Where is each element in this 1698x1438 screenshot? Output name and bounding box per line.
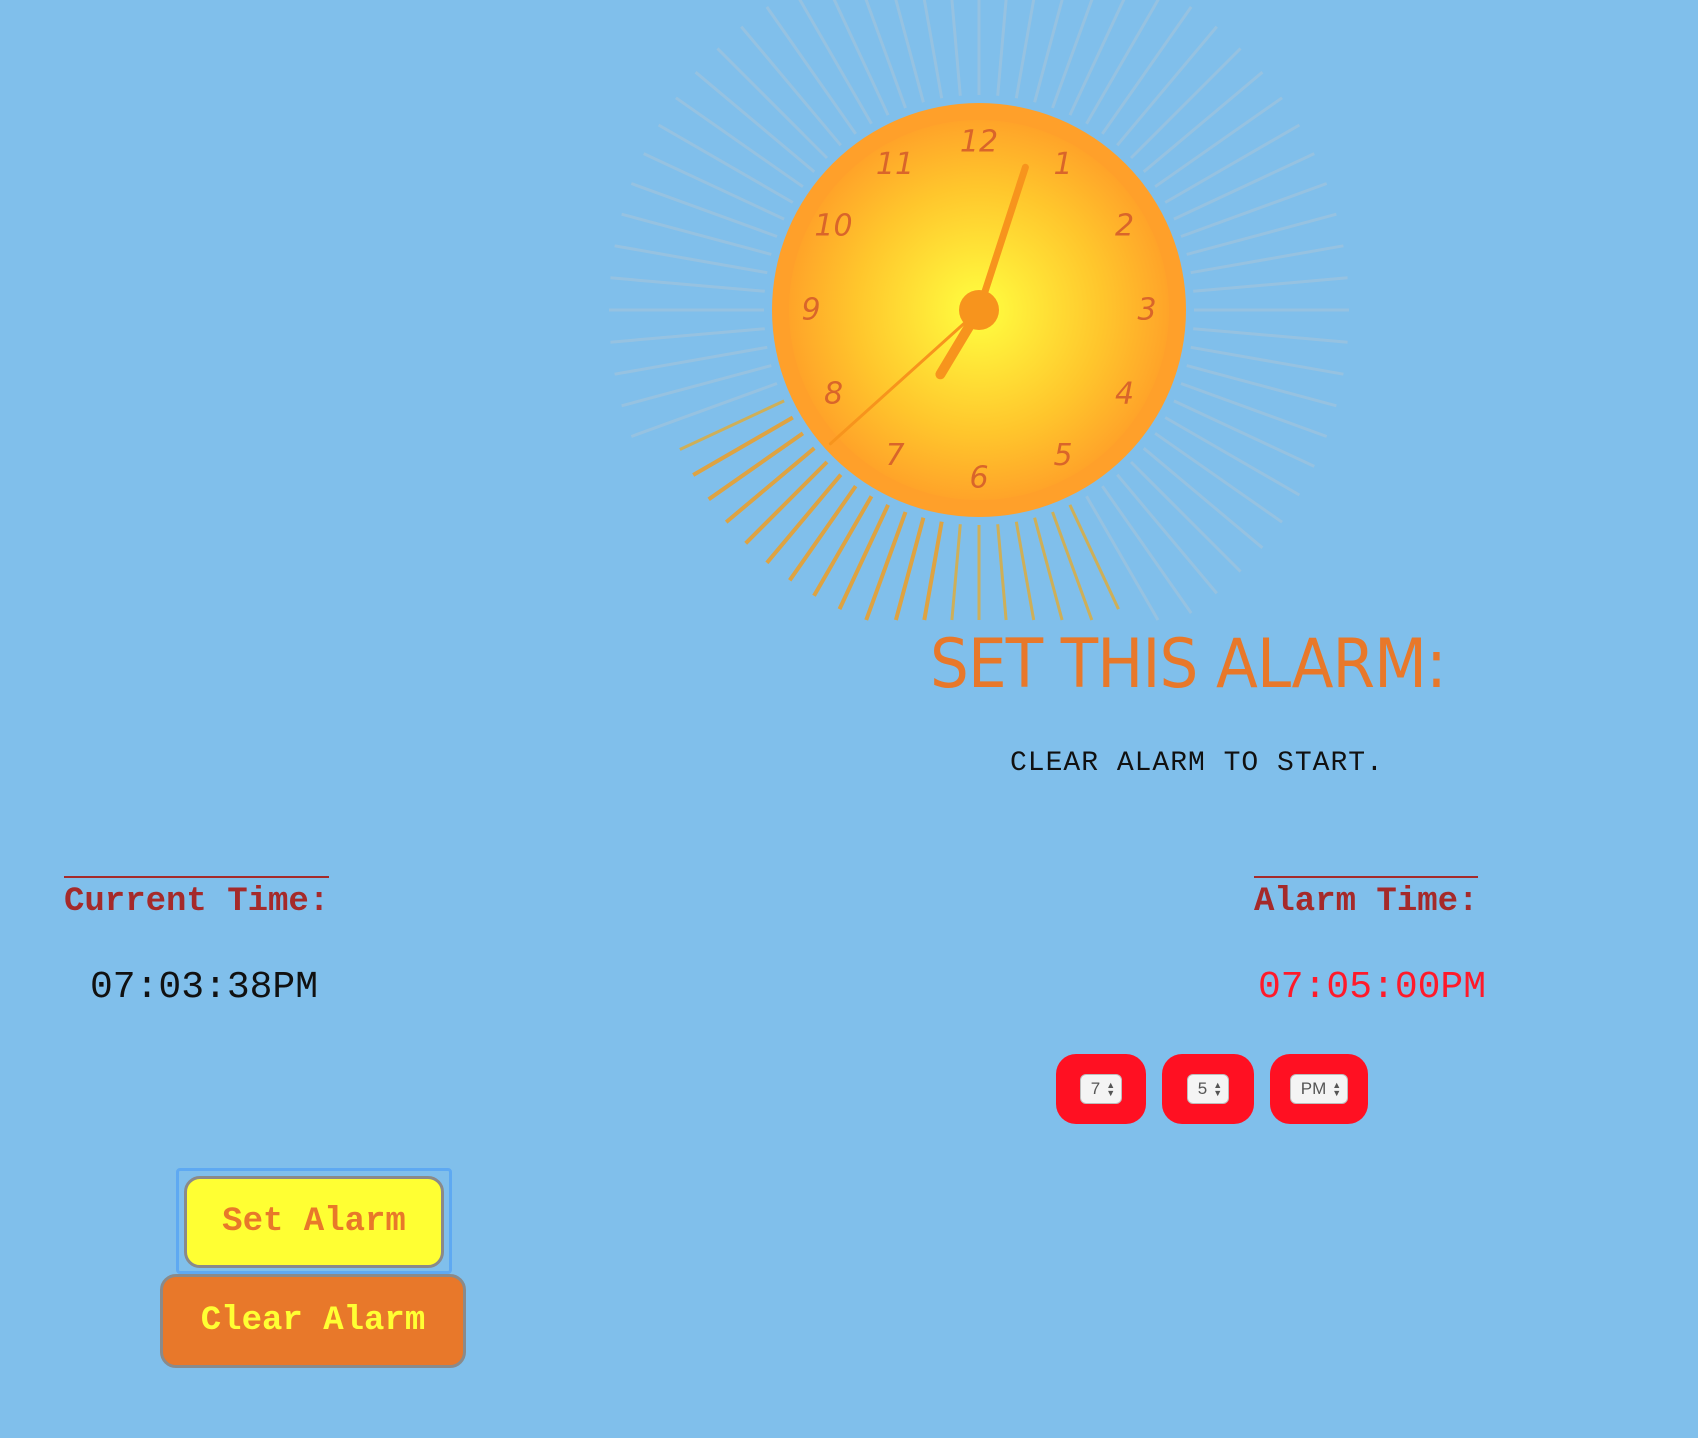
clock-number: 7 (885, 438, 904, 473)
sun-ray (621, 212, 772, 256)
sun-clock: 121234567891011 (609, 0, 1349, 621)
set-alarm-button[interactable]: Set Alarm (184, 1176, 444, 1268)
select-arrows-icon: ▲ ▼ (1332, 1080, 1342, 1098)
sun-ray (630, 182, 778, 238)
alarm-time-heading: Alarm Time: (1254, 876, 1479, 922)
sun-ray (893, 517, 926, 621)
sun-ray (922, 521, 944, 621)
clock-number: 6 (969, 461, 988, 496)
hour-select-value: 7 (1090, 1079, 1101, 1098)
sun-ray (1033, 517, 1064, 621)
sun-ray (614, 345, 768, 376)
sun-ray (1014, 521, 1036, 621)
sun-ray (1193, 327, 1348, 344)
alarm-time-display: 07:05:00PM (1258, 966, 1487, 1009)
sun-ray (788, 484, 858, 582)
hour-select[interactable]: 7 ▲ ▼ (1079, 1074, 1123, 1104)
minute-picker: 5 ▲ ▼ (1162, 1054, 1254, 1124)
sun-ray (1180, 182, 1328, 238)
hour-picker: 7 ▲ ▼ (1056, 1054, 1146, 1124)
sun-ray (996, 0, 1008, 96)
clock-number: 4 (1115, 377, 1134, 412)
sun-ray (894, 0, 925, 103)
clock-number: 11 (876, 147, 914, 182)
sun-ray (1180, 382, 1328, 438)
sun-ray (950, 0, 962, 96)
minute-select[interactable]: 5 ▲ ▼ (1186, 1074, 1230, 1104)
clock-number: 5 (1053, 438, 1072, 473)
clock-number: 10 (814, 209, 852, 244)
select-arrows-icon: ▲ ▼ (1213, 1080, 1223, 1098)
ampm-picker: PM ▲ ▼ (1270, 1054, 1368, 1124)
alarm-instruction: CLEAR ALARM TO START. (1010, 748, 1384, 779)
sun-ray (692, 415, 794, 477)
sun-ray (1190, 345, 1344, 376)
sun-ray (621, 364, 772, 408)
sun-ray (1186, 212, 1337, 256)
clear-alarm-button[interactable]: Clear Alarm (160, 1274, 466, 1368)
sun-ray (950, 524, 962, 621)
minute-select-value: 5 (1197, 1079, 1208, 1098)
ampm-select-value: PM (1300, 1079, 1327, 1098)
ampm-select[interactable]: PM ▲ ▼ (1289, 1074, 1349, 1104)
sun-ray (996, 524, 1008, 621)
sun-ray (614, 244, 768, 275)
clock-number: 8 (824, 377, 843, 412)
current-time-display: 07:03:38PM (90, 966, 319, 1009)
sun-ray (1068, 504, 1120, 610)
sun-ray (707, 431, 805, 501)
sun-ray (837, 504, 890, 610)
sun-ray (610, 276, 765, 293)
sun-ray (1033, 0, 1064, 103)
sun-ray (630, 382, 778, 438)
sun-ray (610, 327, 765, 344)
current-time-heading: Current Time: (64, 876, 330, 922)
clock-number: 12 (960, 125, 998, 160)
clock-center (959, 290, 999, 330)
clock-number: 1 (1053, 147, 1072, 182)
clock-number: 3 (1137, 293, 1156, 328)
page-title: SET THIS ALARM: (930, 625, 1447, 704)
sun-ray (1193, 276, 1348, 293)
sun-ray (812, 495, 874, 597)
clock-number: 9 (801, 293, 820, 328)
sun-ray (1190, 244, 1344, 275)
select-arrows-icon: ▲ ▼ (1106, 1080, 1116, 1098)
sun-ray (1186, 364, 1337, 408)
sun-ray (679, 399, 785, 451)
clock-number: 2 (1115, 209, 1134, 244)
